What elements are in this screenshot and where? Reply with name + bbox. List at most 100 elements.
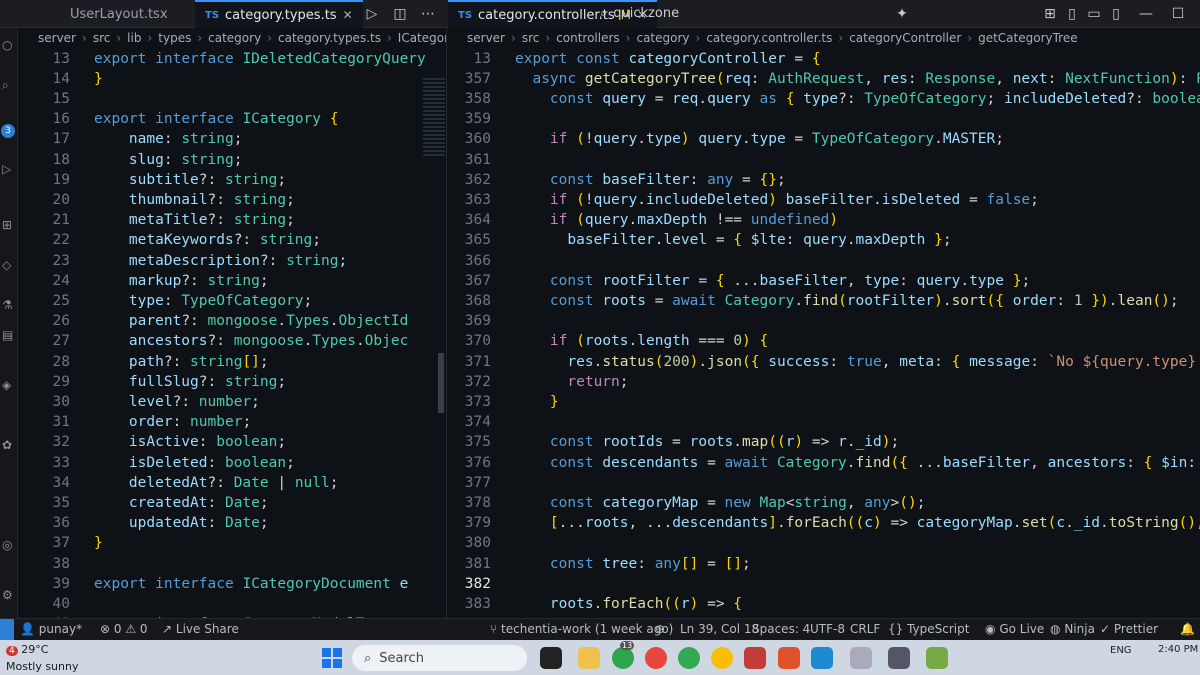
breadcrumb-item[interactable]: categoryController	[849, 31, 961, 45]
code-line[interactable]: 362 const baseFilter: any = {};	[447, 169, 786, 190]
breadcrumb-item[interactable]: lib	[127, 31, 141, 45]
code-line[interactable]: 26 parent?: mongoose.Types.ObjectId	[18, 311, 409, 332]
testing-icon[interactable]: ⚗	[2, 298, 16, 312]
code-line[interactable]: 39 export interface ICategoryDocument e	[18, 573, 409, 594]
taskbar-search[interactable]: ⌕ Search	[352, 645, 527, 671]
problems-status[interactable]: ⊗ 0 ⚠ 0	[100, 622, 148, 636]
code-line[interactable]: 378 const categoryMap = new Map<string, …	[447, 492, 926, 513]
code-line[interactable]: 358 const query = req.query as { type?: …	[447, 88, 1200, 109]
minimap[interactable]	[423, 78, 445, 158]
indentation-status[interactable]: Spaces: 4	[752, 622, 810, 636]
code-line[interactable]: 17 name: string;	[18, 129, 243, 150]
code-line[interactable]: 20 thumbnail?: string;	[18, 189, 295, 210]
code-line[interactable]: 364 if (query.maxDepth !== undefined)	[447, 210, 838, 231]
toggle-sidebar-icon[interactable]: ▯	[1062, 4, 1082, 24]
run-icon[interactable]: ▷	[362, 4, 382, 24]
code-line[interactable]: 34 deletedAt?: Date | null;	[18, 472, 339, 493]
code-line[interactable]: 369	[447, 311, 515, 332]
search-icon[interactable]: ⌕	[2, 78, 16, 92]
brave-icon[interactable]	[778, 647, 800, 669]
windows-start-icon[interactable]	[322, 648, 342, 668]
app-icon[interactable]	[744, 647, 766, 669]
code-line[interactable]: 372 return;	[447, 371, 629, 392]
breadcrumb-item[interactable]: src	[522, 31, 540, 45]
breadcrumb-item[interactable]: server	[38, 31, 76, 45]
eol-status[interactable]: CRLF	[850, 622, 880, 636]
code-line[interactable]: 381 const tree: any[] = [];	[447, 553, 751, 574]
breadcrumb-item[interactable]: types	[158, 31, 191, 45]
more-actions-icon[interactable]: ⋯	[418, 4, 438, 24]
code-line[interactable]: 29 fullSlug?: string;	[18, 371, 287, 392]
right-editor-pane[interactable]: server › src › controllers › category › category…	[446, 28, 1200, 618]
git-branch-status[interactable]: ⑂ techentia-work (1 week ago)	[490, 622, 673, 636]
run-debug-icon[interactable]: ▷	[2, 162, 16, 176]
code-line[interactable]: 32 isActive: boolean;	[18, 432, 287, 453]
prettier-status[interactable]: ✓ Prettier	[1100, 622, 1158, 636]
vscode-icon[interactable]	[811, 647, 833, 669]
layout-icon[interactable]: ⊞	[1040, 4, 1060, 24]
code-line[interactable]: 367 const rootFilter = { ...baseFilter, …	[447, 270, 1030, 291]
code-line[interactable]: 24 markup?: string;	[18, 270, 269, 291]
breadcrumb-item[interactable]: server	[467, 31, 505, 45]
extensions-icon[interactable]: ⊞	[2, 218, 16, 232]
weather-widget[interactable]: 4 29°C Mostly sunny	[6, 642, 78, 674]
code-line[interactable]: 377	[447, 472, 515, 493]
code-line[interactable]: 368 const roots = await Category.find(ro…	[447, 290, 1179, 311]
python-icon[interactable]: ✿	[2, 438, 16, 452]
code-line[interactable]: 359	[447, 109, 515, 130]
code-line[interactable]: 379 [...roots, ...descendants].forEach((…	[447, 513, 1200, 534]
whatsapp-icon[interactable]: 13	[612, 641, 635, 669]
code-line[interactable]: 373 }	[447, 391, 559, 412]
code-line[interactable]: 361	[447, 149, 515, 170]
code-line[interactable]: 18 slug: string;	[18, 149, 243, 170]
code-line[interactable]: 23 metaDescription?: string;	[18, 250, 348, 271]
breadcrumb-item[interactable]: category.controller.ts	[706, 31, 832, 45]
breadcrumb-item[interactable]: category	[636, 31, 689, 45]
account-icon[interactable]: ◎	[2, 538, 16, 552]
toggle-panel-icon[interactable]: ▭	[1084, 4, 1104, 24]
settings-gear-icon[interactable]: ⚙	[2, 588, 16, 602]
code-line[interactable]: 13 export const categoryController = {	[447, 48, 821, 69]
explorer-icon[interactable]: ○	[2, 38, 16, 52]
code-line[interactable]: 21 metaTitle?: string;	[18, 210, 295, 231]
breadcrumb-item[interactable]: category.types.ts	[278, 31, 381, 45]
code-line[interactable]: 371 res.status(200).json({ success: true…	[447, 351, 1200, 372]
code-line[interactable]: 363 if (!query.includeDeleted) baseFilte…	[447, 189, 1039, 210]
code-line[interactable]: 33 isDeleted: boolean;	[18, 452, 295, 473]
encoding-status[interactable]: UTF-8	[810, 622, 845, 636]
code-line[interactable]: 35 createdAt: Date;	[18, 492, 269, 513]
clock[interactable]: 2:40 PM	[1158, 644, 1198, 655]
app-icon[interactable]	[850, 647, 872, 669]
code-line[interactable]: 38	[18, 553, 94, 574]
task-view-icon[interactable]	[540, 647, 562, 669]
close-icon[interactable]: ✕	[343, 8, 353, 22]
code-line[interactable]: 383 roots.forEach((r) => {	[447, 593, 742, 614]
system-tray[interactable]: ENG	[1110, 645, 1132, 656]
ninja-status[interactable]: ◍ Ninja	[1050, 622, 1095, 636]
breadcrumb-item[interactable]: category	[208, 31, 261, 45]
tab-category-types[interactable]: TS category.types.ts ✕	[195, 0, 363, 28]
code-line[interactable]: 360 if (!query.type) query.type = TypeOf…	[447, 129, 1004, 150]
toggle-secondary-sidebar-icon[interactable]: ▯	[1106, 4, 1126, 24]
file-explorer-icon[interactable]	[578, 647, 600, 669]
breadcrumb-item[interactable]: src	[93, 31, 111, 45]
code-line[interactable]: 357 async getCategoryTree(req: AuthReque…	[447, 68, 1200, 89]
copilot-icon[interactable]: ✦	[892, 4, 912, 24]
breadcrumb-item[interactable]: controllers	[556, 31, 620, 45]
code-line[interactable]: 16 export interface ICategory {	[18, 109, 339, 130]
remote-explorer-icon[interactable]: ◇	[2, 258, 16, 272]
code-line[interactable]: 15	[18, 88, 94, 109]
code-line[interactable]: 13 export interface IDeletedCategoryQuery	[18, 48, 426, 69]
code-line[interactable]: 365 baseFilter.level = { $lte: query.max…	[447, 230, 952, 251]
code-line[interactable]: 28 path?: string[];	[18, 351, 269, 372]
language-mode[interactable]: {} TypeScript	[888, 622, 969, 636]
breadcrumb-item[interactable]: ICategory	[398, 31, 446, 45]
minimize-icon[interactable]: —	[1136, 4, 1156, 24]
code-line[interactable]: 25 type: TypeOfCategory;	[18, 290, 313, 311]
code-line[interactable]: 27 ancestors?: mongoose.Types.Objec	[18, 331, 409, 352]
remote-indicator-button[interactable]	[0, 619, 14, 641]
code-line[interactable]: 14}	[18, 68, 103, 89]
code-line[interactable]: 22 metaKeywords?: string;	[18, 230, 321, 251]
code-line[interactable]: 40	[18, 593, 94, 614]
app-icon[interactable]	[926, 647, 948, 669]
